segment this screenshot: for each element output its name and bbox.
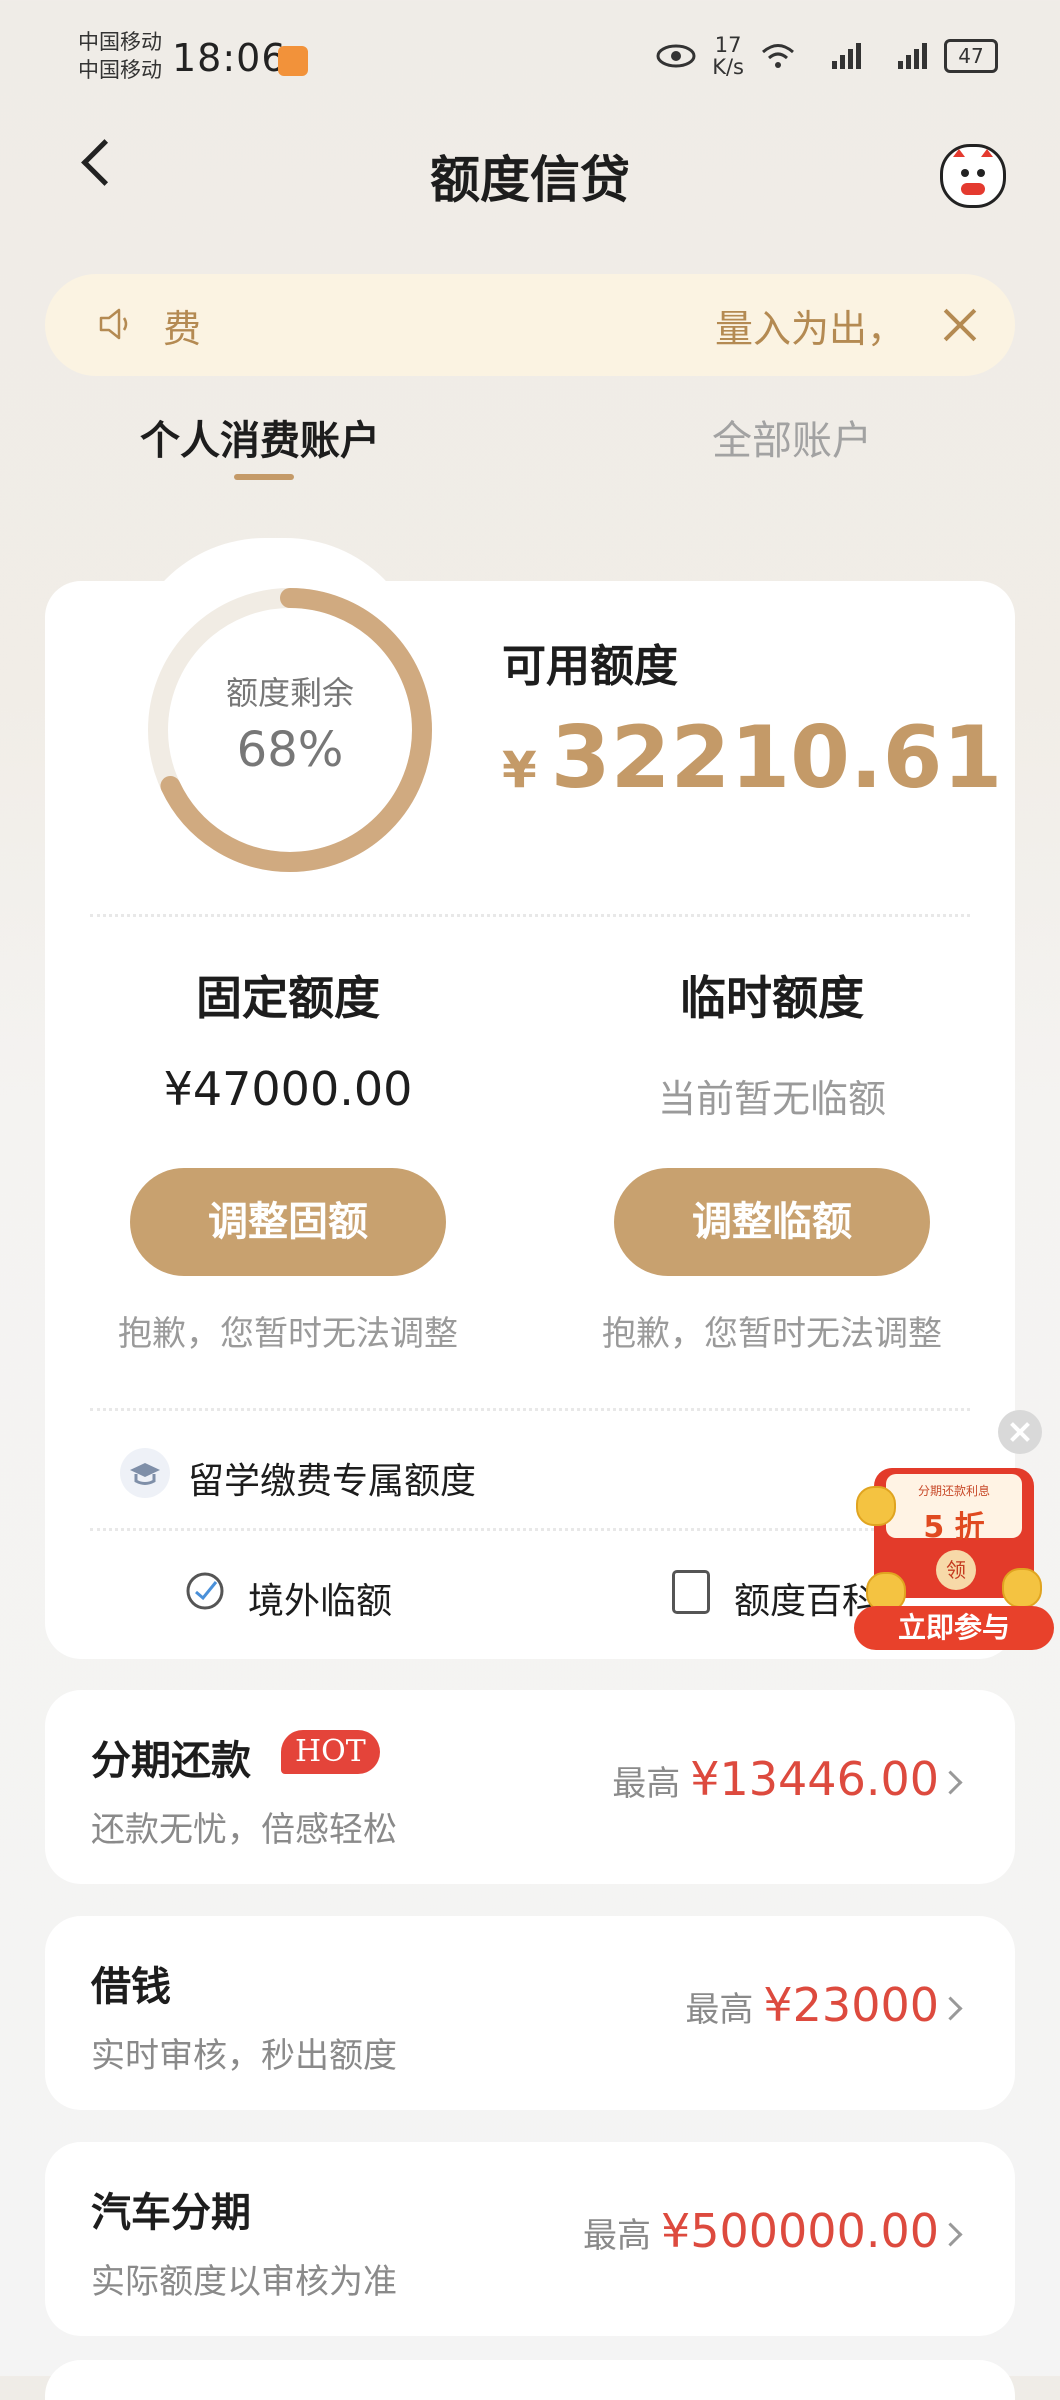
- product-limit: 最高 ¥23000: [685, 1978, 939, 2032]
- status-time: 18:06: [172, 36, 287, 80]
- notice-text-left: 费: [163, 307, 202, 351]
- graduation-cap-icon: [120, 1448, 170, 1498]
- book-icon: [672, 1570, 710, 1614]
- chevron-right-icon: [938, 2222, 963, 2247]
- product-card-installment[interactable]: 分期还款 HOT 还款无忧，倍感轻松 最高 ¥13446.00: [45, 1690, 1015, 1884]
- promo-seal: 领: [936, 1550, 976, 1590]
- promo-widget[interactable]: 分期还款利息 5 折 领 立即参与: [852, 1468, 1056, 1650]
- notice-bar[interactable]: 费 量入为出，: [45, 274, 1015, 376]
- page-title: 额度信贷: [430, 151, 630, 209]
- fixed-credit-title: 固定额度: [196, 971, 380, 1025]
- limit-label: 最高: [685, 1990, 754, 2030]
- limit-label: 最高: [582, 2216, 651, 2256]
- carrier-labels: 中国移动 中国移动: [78, 28, 162, 84]
- limit-amount: ¥23000: [763, 1978, 939, 2032]
- eye-icon: [656, 44, 696, 68]
- divider: [90, 1408, 970, 1411]
- product-limit: 最高 ¥500000.00: [583, 2204, 939, 2258]
- product-subtitle: 还款无忧，倍感轻松: [91, 1810, 397, 1850]
- promo-small-text: 分期还款利息: [917, 1484, 990, 1498]
- limit-label: 最高: [612, 1764, 681, 1804]
- available-amount-value: 32210.61: [550, 708, 1003, 808]
- speaker-icon: [99, 308, 128, 340]
- divider: [90, 1528, 970, 1531]
- coin-icon: [1002, 1568, 1042, 1608]
- chevron-right-icon: [938, 1996, 963, 2021]
- ring-percent: 68%: [236, 722, 344, 778]
- divider: [90, 914, 970, 917]
- product-name: 借钱: [91, 1964, 171, 2010]
- product-card-auto-installment[interactable]: 汽车分期 实际额度以审核为准 最高 ¥500000.00: [45, 2142, 1015, 2336]
- temporary-credit-amount: 当前暂无临额: [657, 1077, 886, 1121]
- adjust-fixed-button[interactable]: 调整固额: [130, 1168, 446, 1276]
- coin-icon: [856, 1486, 896, 1526]
- adjust-temporary-button[interactable]: 调整临额: [614, 1168, 930, 1276]
- tab-personal-consumer-account[interactable]: 个人消费账户: [140, 408, 380, 466]
- status-icons: 17 K/s 47: [656, 34, 998, 78]
- battery-indicator: 47: [944, 39, 998, 73]
- signal-icon-2: [898, 43, 927, 69]
- product-name: 分期还款: [91, 1738, 251, 1784]
- notice-text-right: 量入为出，: [715, 307, 906, 351]
- promo-close-icon[interactable]: [998, 1410, 1042, 1454]
- carrier-2: 中国移动: [78, 58, 162, 82]
- tab-all-accounts[interactable]: 全部账户: [712, 408, 872, 466]
- shield-icon: [278, 46, 308, 76]
- next-card-edge: [45, 2360, 1015, 2400]
- overseas-temporary-link[interactable]: 境外临额: [248, 1572, 392, 1624]
- network-speed: 17 K/s: [712, 33, 744, 79]
- study-abroad-quota-link[interactable]: 留学缴费专属额度: [188, 1452, 476, 1504]
- available-credit-amount: ¥32210.61: [502, 708, 1002, 808]
- promo-discount: 5 折: [923, 1510, 985, 1545]
- hot-badge: HOT: [281, 1730, 380, 1774]
- temporary-adjust-note: 抱歉，您暂时无法调整: [602, 1314, 942, 1354]
- product-subtitle: 实时审核，秒出额度: [91, 2036, 397, 2076]
- limit-amount: ¥13446.00: [690, 1752, 939, 1806]
- wifi-icon: [762, 44, 794, 68]
- fixed-adjust-note: 抱歉，您暂时无法调整: [118, 1314, 458, 1354]
- product-card-borrow[interactable]: 借钱 实时审核，秒出额度 最高 ¥23000: [45, 1916, 1015, 2110]
- currency-symbol: ¥: [502, 741, 537, 799]
- fixed-credit-amount: ¥47000.00: [163, 1062, 413, 1116]
- active-tab-indicator: [234, 474, 294, 480]
- join-now-button[interactable]: 立即参与: [854, 1606, 1054, 1650]
- available-credit-title: 可用额度: [502, 641, 678, 692]
- temporary-credit-title: 临时额度: [680, 971, 864, 1025]
- product-subtitle: 实际额度以审核为准: [91, 2262, 397, 2302]
- product-name: 汽车分期: [91, 2190, 251, 2236]
- customer-service-mascot-icon[interactable]: [940, 144, 1006, 208]
- carrier-1: 中国移动: [78, 30, 162, 54]
- overseas-globe-icon: [186, 1572, 224, 1610]
- limit-amount: ¥500000.00: [660, 2204, 939, 2258]
- product-limit: 最高 ¥13446.00: [612, 1752, 939, 1806]
- ring-label: 额度剩余: [225, 674, 354, 712]
- chevron-right-icon: [938, 1770, 963, 1795]
- signal-icon: [832, 43, 861, 69]
- close-icon[interactable]: [941, 306, 979, 344]
